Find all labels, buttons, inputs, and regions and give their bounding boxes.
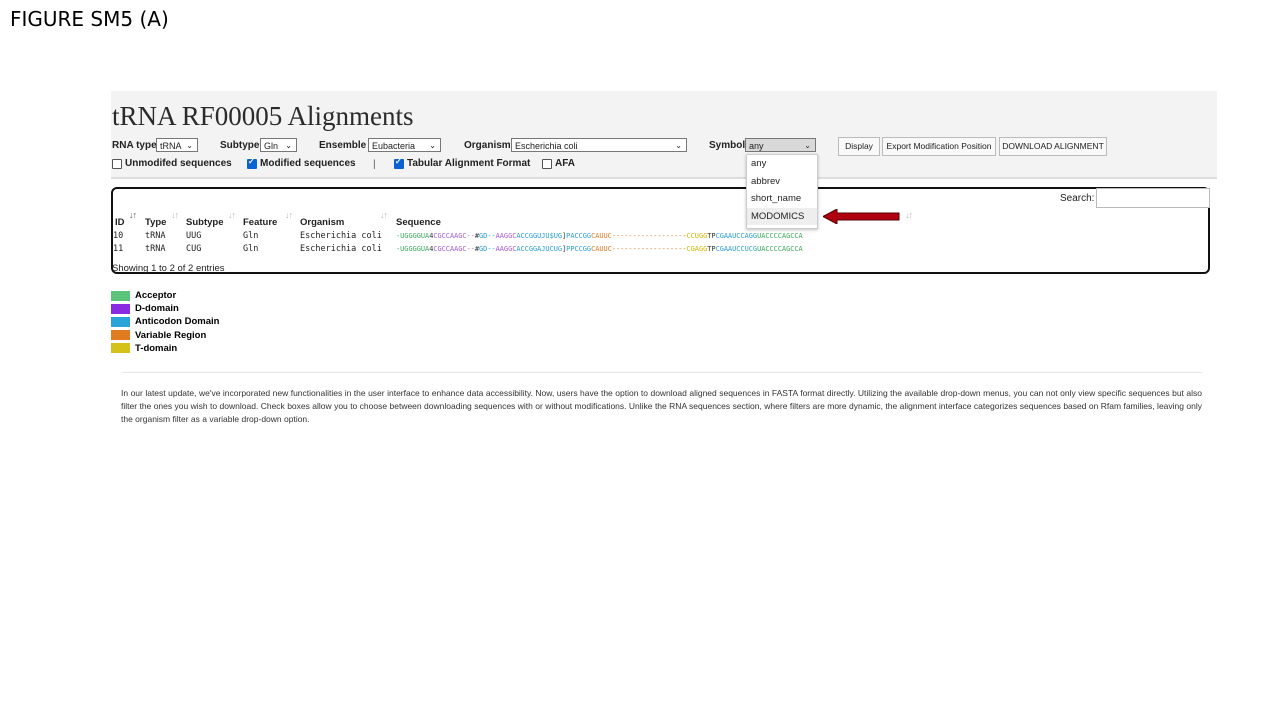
rna-type-label: RNA type [112, 140, 157, 151]
sequence-segment-acceptor: UACCCCAGCCA [757, 245, 803, 253]
sequence-segment-anticodon: PACCGG [566, 232, 592, 240]
sequence-segment-anticodon: GD-- [479, 245, 496, 253]
ensemble-label: Ensemble [319, 140, 367, 151]
sequence-segment-variable: CAUUC------------------ [591, 245, 687, 253]
legend-item: Acceptor [111, 289, 219, 302]
column-header-organism[interactable]: Organism [300, 217, 344, 228]
page-title: tRNA RF00005 Alignments [112, 101, 414, 131]
sequence-segment-plain: TP [707, 232, 716, 240]
legend-swatch [111, 303, 130, 314]
symbol-option-short-name[interactable]: short_name [747, 190, 817, 208]
column-header-id[interactable]: ID [115, 217, 125, 228]
cell-feature: Gln [243, 231, 259, 241]
sort-icon[interactable]: ↓↑ [285, 210, 293, 220]
sort-icon[interactable]: ↓↑ [905, 210, 913, 220]
sequence-segment-ddomain: CGCCAAGC-- [433, 245, 475, 253]
sequence-segment-ddomain: AAGGC [495, 245, 517, 253]
cell-type: tRNA [145, 244, 166, 254]
sequence-segment-acceptor: UACCCCAGCCA [757, 232, 803, 240]
rna-type-select[interactable]: tRNA ⌄ [156, 138, 198, 152]
sequence-segment-anticodon: CGAAUCCUCG [715, 245, 758, 253]
table-info: Showing 1 to 2 of 2 entries [112, 263, 225, 274]
checkbox-checked-icon [247, 157, 257, 169]
symbol-option-abbrev[interactable]: abbrev [747, 173, 817, 191]
chevron-down-icon: ⌄ [804, 141, 811, 150]
cell-organism: Escherichia coli [300, 244, 382, 254]
symbol-option-modomics[interactable]: MODOMICS [747, 207, 817, 225]
cell-subtype: CUG [186, 244, 202, 254]
checkbox-unchecked-icon [542, 158, 552, 169]
chevron-down-icon: ⌄ [675, 141, 682, 150]
sort-icon[interactable]: ↓↑ [171, 210, 179, 220]
unmodified-checkbox[interactable]: Unmodifed sequences [112, 158, 232, 169]
column-header-feature[interactable]: Feature [243, 217, 277, 228]
chevron-down-icon: ⌄ [186, 141, 193, 150]
chevron-down-icon: ⌄ [429, 141, 436, 150]
chevron-down-icon: ⌄ [285, 141, 292, 150]
sequence-segment-tdomain: CCUGG [686, 232, 708, 240]
description-text: In our latest update, we've incorporated… [121, 388, 1202, 425]
symbol-dropdown-list: any abbrev short_name MODOMICS [746, 154, 818, 229]
legend: Acceptor D-domain Anticodon Domain Varia… [111, 289, 219, 355]
symbol-option-any[interactable]: any [747, 155, 817, 173]
cell-subtype: UUG [186, 231, 202, 241]
sequence-segment-anticodon: CGAAUCCAGG [715, 232, 758, 240]
ensemble-select[interactable]: Eubacteria ⌄ [368, 138, 441, 152]
cell-organism: Escherichia coli [300, 231, 382, 241]
legend-swatch [111, 316, 130, 327]
cell-type: tRNA [145, 231, 166, 241]
checkbox-unchecked-icon [112, 158, 122, 169]
legend-item: T-domain [111, 342, 219, 355]
display-button[interactable]: Display [838, 137, 880, 156]
sort-icon[interactable]: ↓↑ [380, 210, 388, 220]
column-header-sequence[interactable]: Sequence [396, 217, 441, 228]
sequence-segment-acceptor: -UGGGGUA [396, 245, 430, 253]
divider [122, 372, 1202, 373]
sort-icon[interactable]: ↓↑ [228, 210, 236, 220]
cell-sequence: -UGGGGUA4CGCCAAGC--#GD--AAGGCACCGGUJU$UG… [396, 232, 803, 240]
symbol-select[interactable]: any ⌄ [745, 138, 816, 152]
sort-icon[interactable]: ↓↑ [129, 210, 137, 220]
sequence-segment-variable: CAUUC------------------ [591, 232, 687, 240]
cell-feature: Gln [243, 244, 259, 254]
figure-title: FIGURE SM5 (A) [10, 7, 169, 31]
sequence-segment-plain: TP [707, 245, 716, 253]
symbol-label: Symbol [709, 140, 746, 151]
export-modification-button[interactable]: Export Modification Position [882, 137, 996, 156]
download-alignment-button[interactable]: DOWNLOAD ALIGNMENT [999, 137, 1107, 156]
subtype-label: Subtype [220, 140, 260, 151]
modified-checkbox[interactable]: Modified sequences [247, 157, 356, 169]
sequence-segment-ddomain: CGCCAAGC-- [433, 232, 475, 240]
sequence-segment-tdomain: CGAGG [686, 245, 708, 253]
legend-item: Variable Region [111, 329, 219, 342]
alignment-table [111, 187, 1210, 274]
sequence-segment-anticodon: GD-- [479, 232, 496, 240]
legend-swatch [111, 290, 130, 301]
organism-label: Organism [464, 140, 511, 151]
separator: | [373, 159, 376, 170]
afa-checkbox[interactable]: AFA [542, 158, 575, 169]
sequence-segment-anticodon: ACCGGAJUCUG [516, 245, 563, 253]
legend-item: D-domain [111, 302, 219, 315]
search-input[interactable] [1096, 188, 1210, 208]
annotation-arrow-icon [823, 209, 900, 224]
organism-select[interactable]: Escherichia coli ⌄ [511, 138, 687, 152]
cell-id: 10 [113, 231, 124, 241]
search-label: Search: [1060, 193, 1095, 204]
legend-item: Anticodon Domain [111, 315, 219, 328]
legend-swatch [111, 330, 130, 341]
cell-id: 11 [113, 244, 124, 254]
subtype-select[interactable]: Gln ⌄ [260, 138, 297, 152]
sequence-segment-anticodon: PPCCGG [566, 245, 592, 253]
sequence-segment-anticodon: ACCGGUJU$UG [516, 232, 563, 240]
legend-swatch [111, 343, 130, 354]
tabular-format-checkbox[interactable]: Tabular Alignment Format [394, 157, 530, 169]
sequence-segment-ddomain: AAGGC [495, 232, 517, 240]
checkbox-checked-icon [394, 157, 404, 169]
column-header-subtype[interactable]: Subtype [186, 217, 223, 228]
cell-sequence: -UGGGGUA4CGCCAAGC--#GD--AAGGCACCGGAJUCUG… [396, 245, 803, 253]
column-header-type[interactable]: Type [145, 217, 166, 228]
sequence-segment-acceptor: -UGGGGUA [396, 232, 430, 240]
